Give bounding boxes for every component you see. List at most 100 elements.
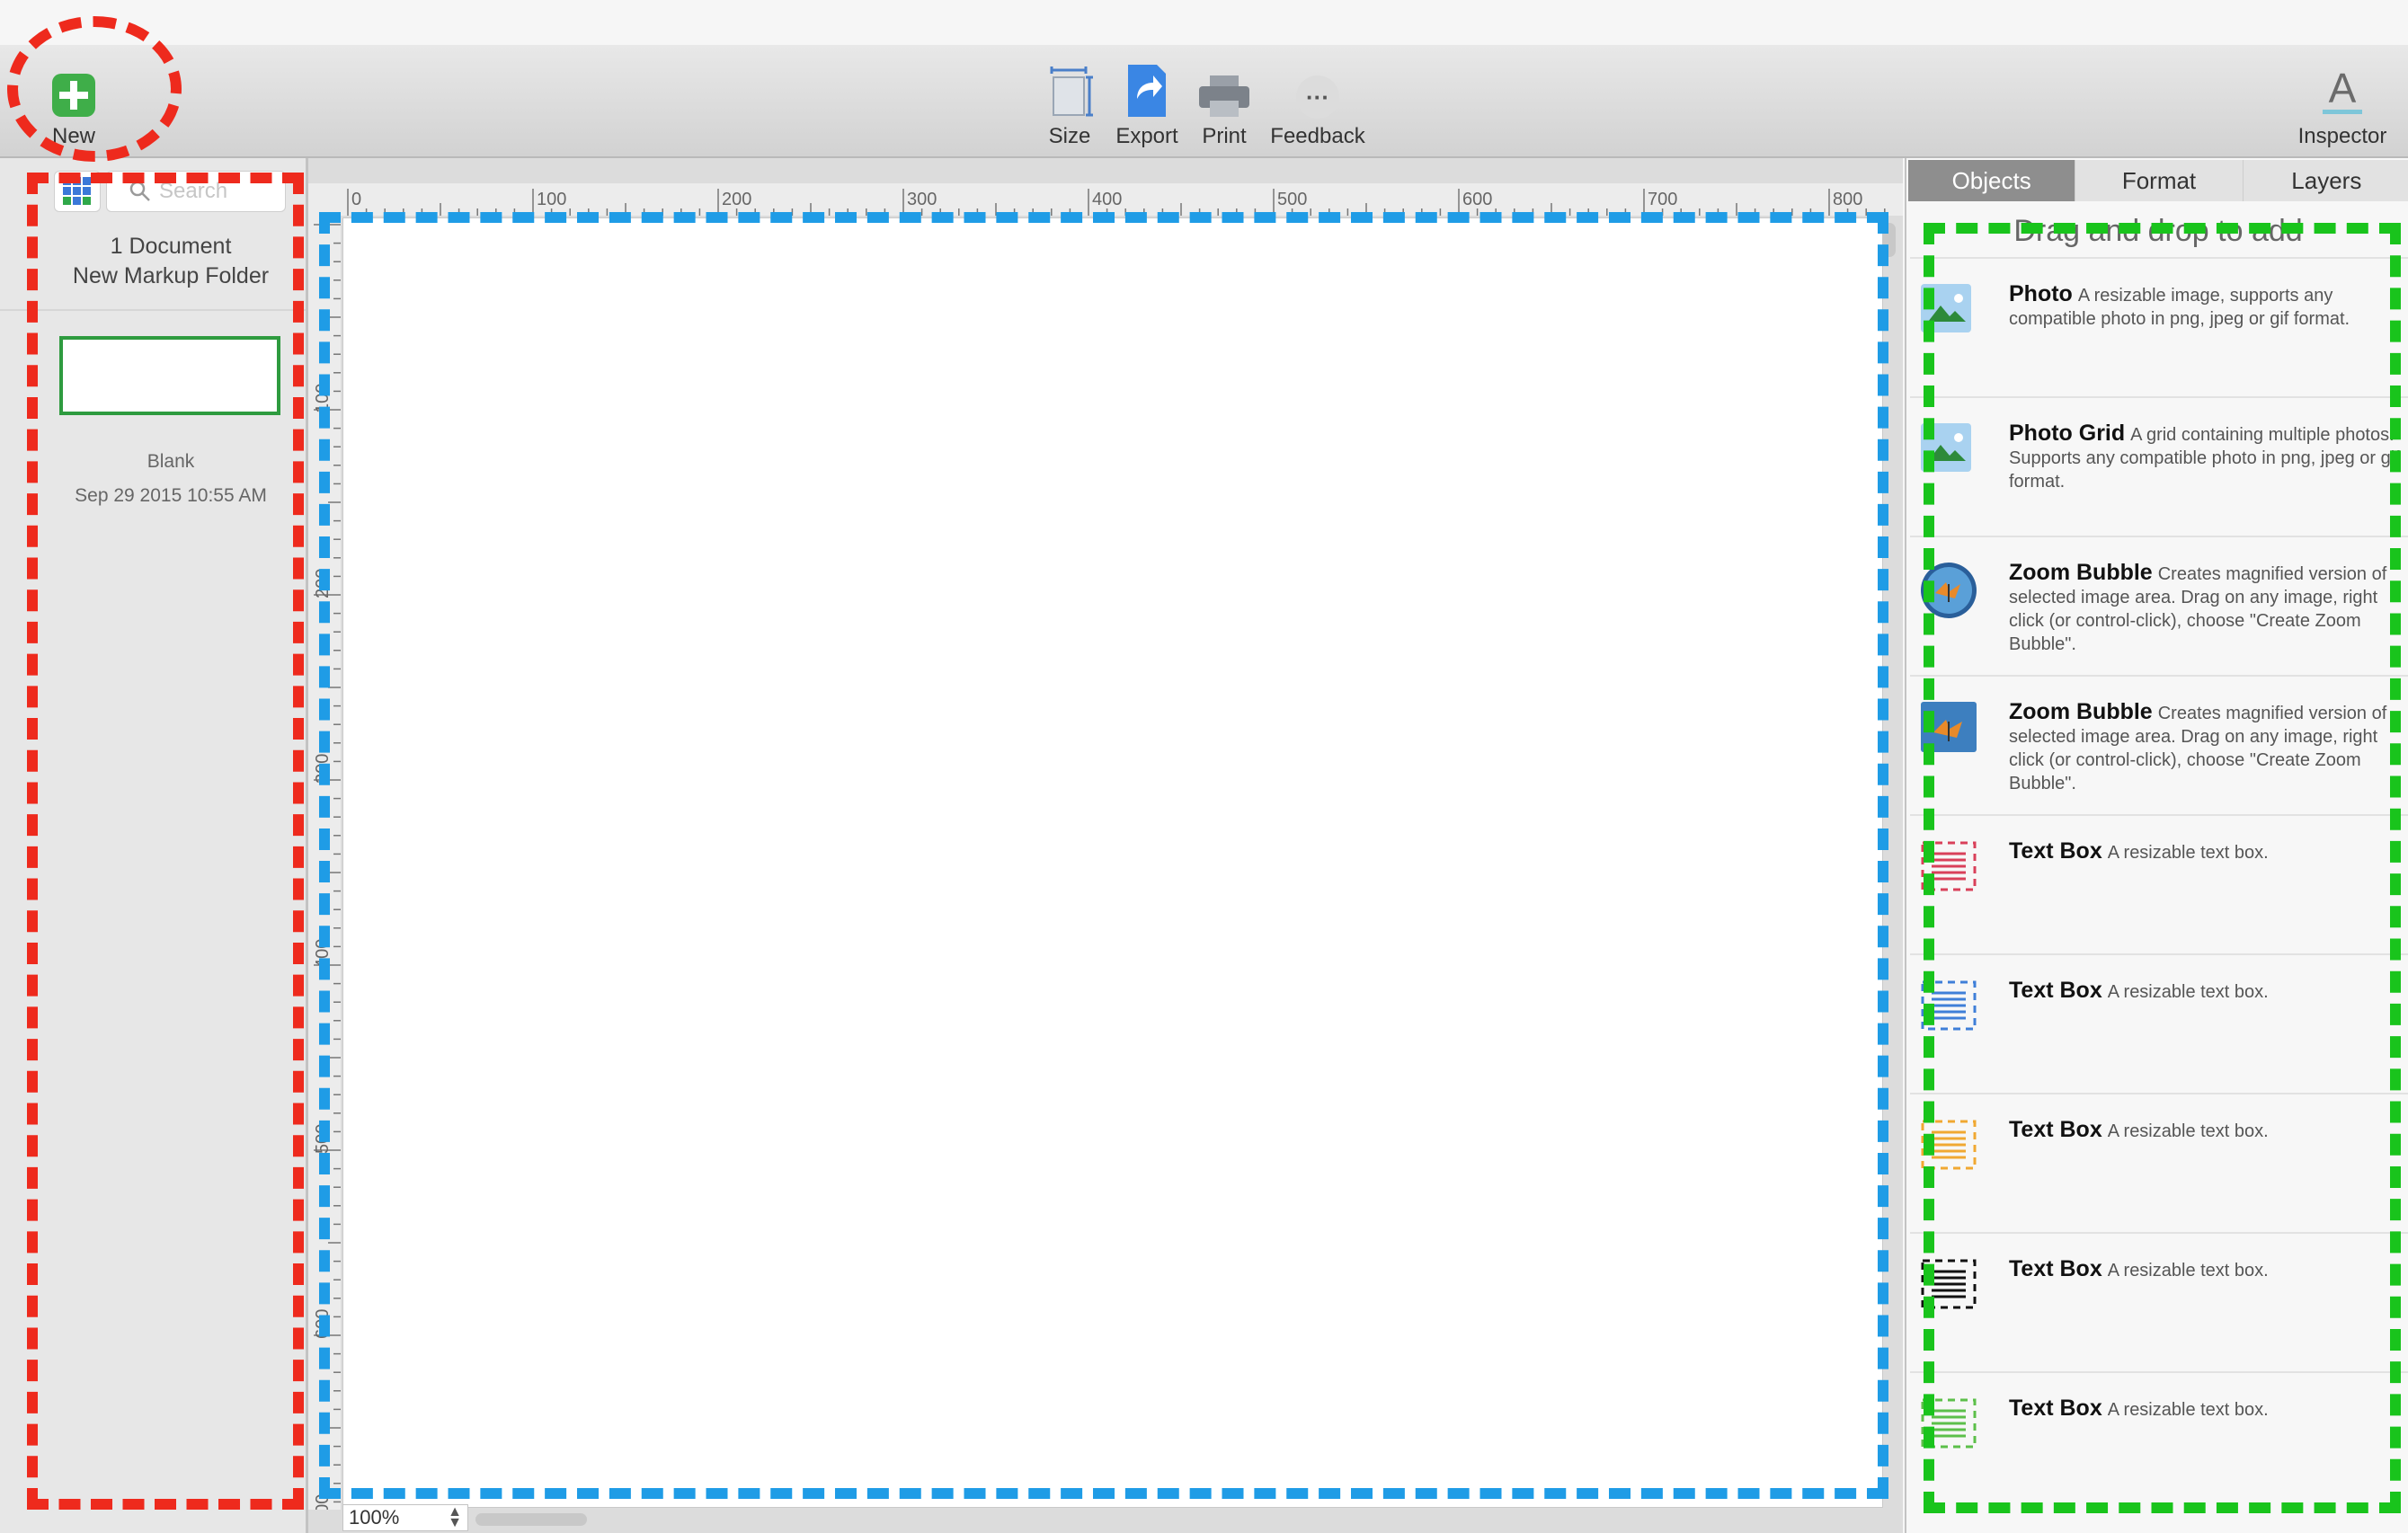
object-description: Text Box A resizable text box. (2009, 1118, 2404, 1143)
ruler-h-label: 500 (1277, 190, 1307, 209)
photo-icon (1919, 282, 1975, 336)
size-label: Size (1048, 124, 1091, 148)
toolbar: New Size Export Print ··· Feedback A Ins… (0, 45, 2408, 158)
ruler-h-label: 800 (1833, 190, 1862, 209)
object-description: Text Box A resizable text box. (2009, 1396, 2404, 1422)
object-item[interactable]: Photo Grid A grid containing multiple pho… (1910, 396, 2408, 537)
object-item[interactable]: Zoom Bubble Creates magnified version of … (1910, 675, 2408, 816)
object-title: Text Box (2009, 1396, 2102, 1421)
document-canvas[interactable] (342, 217, 1883, 1508)
export-icon (1128, 65, 1166, 117)
object-desc: A resizable text box. (2107, 1400, 2269, 1420)
size-button[interactable]: Size (1034, 45, 1106, 156)
object-title: Photo (2009, 281, 2073, 306)
zoom-bubble-round-icon (1919, 561, 1977, 618)
document-count: 1 Document (110, 234, 232, 259)
sidebar-divider (0, 309, 306, 311)
object-description: Photo Grid A grid containing multiple pho… (2009, 421, 2404, 493)
object-item[interactable]: Text Box A resizable text box. (1910, 814, 2408, 955)
object-title: Zoom Bubble (2009, 560, 2153, 585)
print-label: Print (1202, 124, 1247, 148)
zoom-select[interactable]: 100% ▲ ▼ (342, 1504, 468, 1531)
ruler-v-label: 300 (313, 754, 333, 784)
document-name: Blank (147, 451, 195, 472)
object-title: Text Box (2009, 838, 2102, 864)
object-desc: A resizable text box. (2107, 982, 2269, 1002)
document-sidebar: Search 1 Document New Markup Folder Blan… (0, 158, 308, 1533)
new-label: New (51, 124, 95, 148)
plus-icon (52, 74, 95, 117)
text-box-blue-icon (1919, 979, 1977, 1032)
object-description: Text Box A resizable text box. (2009, 979, 2404, 1004)
ruler-v-label: 600 (313, 1309, 333, 1339)
inspector-button[interactable]: A Inspector (2292, 45, 2393, 156)
grid-view-button[interactable] (54, 171, 101, 212)
text-box-red-icon (1919, 839, 1977, 893)
text-box-green-icon (1919, 1396, 1977, 1450)
size-icon (1050, 66, 1093, 117)
feedback-label: Feedback (1270, 124, 1365, 148)
inspector-tabs: Objects Format Layers (1908, 160, 2408, 201)
document-date: Sep 29 2015 10:55 AM (75, 485, 267, 506)
horizontal-ruler[interactable]: 0 100 200 300 400 500 600 700 800 (308, 183, 1903, 216)
object-title: Text Box (2009, 978, 2102, 1003)
inspector-panel: Objects Format Layers Drag and drop to a… (1905, 158, 2408, 1533)
inspector-icon: A (2328, 64, 2357, 111)
inspector-underline (2323, 109, 2362, 114)
object-item[interactable]: Text Box A resizable text box. (1910, 1371, 2408, 1512)
vertical-scrollbar[interactable] (1883, 223, 1896, 257)
ruler-h-label: 600 (1462, 190, 1492, 209)
canvas-area: 0 100 200 300 400 500 600 700 800 100 200 300 400 50… (308, 158, 1903, 1533)
ruler-h-label: 200 (722, 190, 751, 209)
vertical-ruler[interactable]: 100 200 300 400 500 600 700 (308, 216, 341, 1510)
document-thumbnail[interactable] (59, 336, 280, 415)
object-title: Text Box (2009, 1117, 2102, 1142)
tab-layers[interactable]: Layers (2244, 160, 2408, 201)
printer-icon (1199, 75, 1249, 117)
ruler-h-label: 300 (907, 190, 937, 209)
ruler-v-label: 500 (313, 1124, 333, 1154)
feedback-button[interactable]: ··· Feedback (1266, 45, 1370, 156)
object-item[interactable]: Text Box A resizable text box. (1910, 953, 2408, 1094)
photo-grid-icon (1919, 421, 1975, 475)
object-desc: A resizable text box. (2107, 843, 2269, 863)
text-box-black-icon (1919, 1257, 1977, 1311)
ellipsis-icon: ··· (1296, 75, 1339, 119)
new-button[interactable]: New (40, 45, 108, 156)
search-icon (129, 181, 150, 201)
object-item[interactable]: Zoom Bubble Creates magnified version of … (1910, 536, 2408, 677)
zoom-bubble-square-icon (1919, 700, 1977, 754)
object-desc: A resizable text box. (2107, 1261, 2269, 1280)
ruler-v-label: 400 (313, 939, 333, 969)
folder-name: New Markup Folder (72, 263, 270, 288)
export-label: Export (1115, 124, 1178, 148)
object-item[interactable]: Text Box A resizable text box. (1910, 1232, 2408, 1373)
horizontal-scrollbar[interactable] (475, 1513, 587, 1526)
object-description: Text Box A resizable text box. (2009, 1257, 2404, 1282)
object-title: Photo Grid (2009, 421, 2126, 446)
ruler-v-label: 700 (313, 1494, 333, 1510)
feedback-glyph: ··· (1306, 83, 1329, 111)
tab-format[interactable]: Format (2075, 160, 2244, 201)
search-input[interactable]: Search (106, 171, 286, 212)
ruler-v-label: 100 (313, 384, 333, 413)
grid-icon (63, 177, 91, 205)
print-button[interactable]: Print (1188, 45, 1260, 156)
text-box-orange-icon (1919, 1118, 1977, 1172)
tab-objects[interactable]: Objects (1908, 160, 2076, 201)
export-button[interactable]: Export (1111, 45, 1183, 156)
inspector-label: Inspector (2297, 124, 2387, 148)
object-item[interactable]: Photo A resizable image, supports any com… (1910, 257, 2408, 398)
ruler-h-label: 0 (351, 190, 361, 209)
ruler-h-label: 700 (1648, 190, 1677, 209)
object-item[interactable]: Text Box A resizable text box. (1910, 1093, 2408, 1234)
ruler-h-label: 400 (1092, 190, 1122, 209)
object-description: Zoom Bubble Creates magnified version of … (2009, 561, 2404, 656)
drag-hint: Drag and drop to add (2013, 214, 2303, 248)
stepper-arrows-icon: ▲ ▼ (448, 1504, 462, 1530)
object-desc: A resizable text box. (2107, 1121, 2269, 1141)
object-title: Text Box (2009, 1256, 2102, 1281)
object-description: Photo A resizable image, supports any com… (2009, 282, 2404, 331)
object-description: Zoom Bubble Creates magnified version of … (2009, 700, 2404, 795)
object-title: Zoom Bubble (2009, 699, 2153, 724)
